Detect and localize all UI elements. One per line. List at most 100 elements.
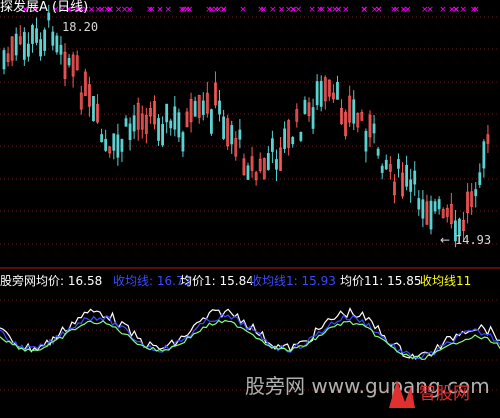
candle-body <box>397 159 400 169</box>
candle-body <box>230 125 234 145</box>
candle-body <box>478 172 482 185</box>
signal-x-marker: × <box>257 5 265 15</box>
candle-body <box>437 199 441 210</box>
candle-body <box>433 201 437 212</box>
signal-x-marker: × <box>308 5 316 15</box>
candle-body <box>35 28 38 43</box>
signal-x-marker: × <box>88 5 96 15</box>
candle-body <box>39 39 42 57</box>
chart-title: 探发展A (日线) <box>0 0 89 15</box>
candle-body <box>299 132 303 141</box>
candle-body <box>336 82 339 100</box>
candle-body <box>132 115 136 132</box>
signal-x-marker: × <box>98 5 106 15</box>
candle-body <box>266 153 270 170</box>
candle-body <box>157 118 160 141</box>
candle-body <box>209 109 213 134</box>
candle-body <box>319 80 323 107</box>
candle-body <box>270 138 274 152</box>
signal-x-marker: × <box>121 5 129 15</box>
signal-x-marker: × <box>390 5 398 15</box>
signal-x-marker: × <box>452 5 460 15</box>
indicator-line-0 <box>0 307 500 360</box>
candle-body <box>59 44 63 55</box>
signal-x-marker: × <box>178 5 186 15</box>
candle-body <box>181 132 185 152</box>
signal-x-marker: × <box>470 5 478 15</box>
signal-x-marker: × <box>360 5 368 15</box>
candle-body <box>482 141 486 169</box>
signal-x-marker: × <box>459 5 467 15</box>
legend-indicator-name: 股旁网 <box>0 274 37 288</box>
candle-body <box>384 159 388 170</box>
candle-body <box>376 148 380 156</box>
candle-body <box>14 33 18 56</box>
candle-body <box>218 100 221 115</box>
signal-x-marker: × <box>212 5 220 15</box>
candle-body <box>283 128 287 149</box>
signal-x-marker: × <box>156 5 164 15</box>
candle-body <box>291 137 295 145</box>
candle-body <box>112 133 116 151</box>
legend-avg1: 均价1: 15.84 <box>180 274 254 288</box>
candle-body <box>2 50 6 70</box>
candle-body <box>315 81 319 106</box>
signal-x-marker: × <box>326 5 334 15</box>
candle-body <box>352 99 356 124</box>
signal-x-marker: × <box>285 5 293 15</box>
candle-body <box>474 189 478 197</box>
signal-x-marker: × <box>439 5 447 15</box>
candle-body <box>275 159 278 170</box>
signal-x-marker: × <box>421 5 429 15</box>
signal-x-marker: × <box>220 5 228 15</box>
candle-body <box>67 57 71 66</box>
candle-body <box>22 31 26 60</box>
legend-close-ma11: 收均线11 <box>420 274 472 288</box>
candle-body <box>303 99 307 114</box>
candle-body <box>128 123 132 140</box>
candle-body <box>429 200 433 230</box>
candle-body <box>417 198 421 210</box>
candle-body <box>169 120 173 129</box>
candle-body <box>421 199 425 219</box>
candle-body <box>222 116 226 139</box>
signal-x-marker: × <box>316 5 324 15</box>
candle-body <box>31 25 34 44</box>
candle-body <box>380 165 384 173</box>
candle-body <box>246 165 250 180</box>
signal-x-marker: × <box>342 5 350 15</box>
signal-x-marker: × <box>269 5 277 15</box>
candle-body <box>201 100 205 115</box>
chart-svg: × × ×× ××× ××× × ×× × × ××× ××××× × ×× ×× × ×× × × ××× ×× ××… <box>0 4 500 391</box>
candle-body <box>238 129 242 140</box>
candle-body <box>116 134 120 158</box>
candle-body <box>26 43 30 57</box>
candle-body <box>92 96 95 122</box>
candle-body <box>193 100 197 117</box>
candle-body <box>173 106 177 130</box>
signal-x-marker: × <box>164 5 172 15</box>
candle-body <box>100 134 103 143</box>
candle-body <box>413 170 417 185</box>
legend-avg11: 均价11: 15.85 <box>340 274 422 288</box>
candle-body <box>43 29 47 51</box>
candle-body <box>55 35 59 53</box>
candle-body <box>124 118 128 127</box>
candle-body <box>372 123 376 134</box>
candle-body <box>161 124 165 146</box>
signal-x-marker: × <box>148 5 156 15</box>
candle-body <box>311 107 315 129</box>
candle-body <box>177 112 181 138</box>
candle-body <box>405 164 409 187</box>
signal-x-marker: × <box>335 5 343 15</box>
candle-body <box>104 138 108 151</box>
candle-body <box>51 31 55 46</box>
legend-close-ma1: 收均线1: 15.93 <box>250 274 336 288</box>
chart-stage: × × × × × × × × × × × × × × × × × × × × × × × × × × × × × × × × × × × × × × × ×… <box>0 0 500 414</box>
signal-x-marker: × <box>106 5 114 15</box>
candle-body <box>165 103 169 123</box>
site-logo: 智股网 <box>389 380 470 408</box>
signal-x-marker: × <box>239 5 247 15</box>
high-price-label: 18.20 <box>62 20 99 34</box>
signal-x-marker: × <box>404 5 412 15</box>
